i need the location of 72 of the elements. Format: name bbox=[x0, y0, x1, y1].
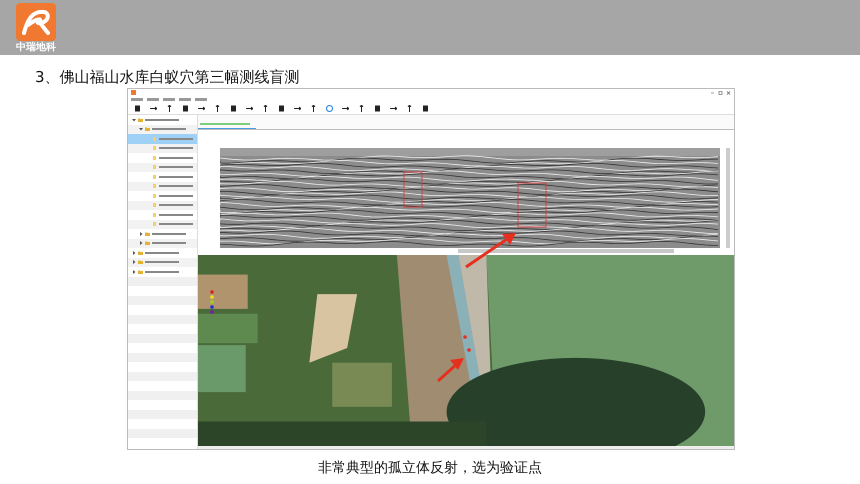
illegible-label bbox=[159, 156, 193, 159]
tree-item[interactable] bbox=[128, 258, 197, 267]
toolbar-icon[interactable] bbox=[294, 104, 301, 112]
window-controls-icon[interactable] bbox=[711, 90, 731, 94]
empty-tree-row bbox=[128, 390, 197, 400]
illegible-label bbox=[159, 204, 193, 206]
caret-icon[interactable] bbox=[132, 118, 136, 122]
empty-tree-row bbox=[128, 410, 197, 419]
toolbar-icon[interactable] bbox=[246, 104, 253, 112]
toolbar-icon[interactable] bbox=[166, 104, 173, 112]
illegible-label bbox=[152, 232, 186, 235]
toolbar-icon[interactable] bbox=[374, 104, 381, 112]
caret-icon[interactable] bbox=[139, 232, 143, 236]
tree-item[interactable] bbox=[128, 238, 197, 248]
illegible-label bbox=[159, 176, 193, 178]
illegible-label bbox=[145, 118, 179, 121]
anomaly-box bbox=[404, 172, 422, 208]
toolbar-icon[interactable] bbox=[310, 104, 317, 112]
tree-item[interactable] bbox=[128, 162, 197, 172]
logo-text: 中瑞地科 bbox=[16, 42, 56, 52]
toolbar-icon[interactable] bbox=[358, 104, 365, 112]
illegible-label bbox=[159, 147, 193, 150]
illegible-label bbox=[159, 214, 193, 216]
anomaly-box bbox=[518, 182, 546, 228]
toolbar-icon[interactable] bbox=[230, 104, 237, 112]
caret-icon[interactable] bbox=[132, 250, 136, 255]
tree-item[interactable] bbox=[128, 124, 197, 134]
app-icon bbox=[131, 90, 136, 95]
illegible-label bbox=[159, 138, 193, 140]
illegible-label bbox=[145, 261, 179, 264]
illegible-label bbox=[159, 185, 193, 188]
empty-tree-row bbox=[128, 276, 197, 286]
toolbar-icon[interactable] bbox=[262, 104, 269, 112]
survey-point-marker bbox=[467, 348, 471, 352]
illegible-label bbox=[159, 223, 193, 226]
slide-title: 3、佛山福山水库白蚁穴第三幅测线盲测 bbox=[35, 67, 301, 87]
toolbar-icon[interactable] bbox=[342, 104, 349, 112]
toolbar-icon[interactable] bbox=[134, 104, 141, 112]
pointer-arrow bbox=[465, 233, 516, 268]
illegible-label bbox=[159, 166, 193, 168]
slide-caption: 非常典型的孤立体反射，选为验证点 bbox=[317, 459, 543, 477]
toolbar-icon[interactable] bbox=[150, 104, 157, 112]
pointer-arrow bbox=[437, 358, 464, 382]
illegible-label bbox=[152, 242, 186, 244]
illegible-label bbox=[145, 270, 179, 273]
empty-tree-row bbox=[128, 372, 197, 381]
tree-item[interactable] bbox=[128, 220, 197, 229]
toolbar-icon[interactable] bbox=[406, 104, 413, 112]
toolbar-icon[interactable] bbox=[278, 104, 285, 112]
caret-icon[interactable] bbox=[132, 260, 136, 264]
illegible-label bbox=[159, 194, 193, 197]
toolbar-icon[interactable] bbox=[214, 104, 221, 112]
tree-item[interactable] bbox=[128, 182, 197, 191]
scrollbar[interactable] bbox=[726, 148, 730, 248]
survey-point-marker bbox=[463, 335, 467, 339]
empty-tree-row bbox=[128, 296, 197, 305]
logo-icon bbox=[16, 2, 56, 40]
toolbar-icon[interactable] bbox=[422, 104, 429, 112]
illegible-label bbox=[152, 128, 186, 130]
caret-icon[interactable] bbox=[132, 270, 136, 274]
empty-tree-row bbox=[128, 352, 197, 362]
toolbar-icon[interactable] bbox=[390, 104, 397, 112]
empty-tree-row bbox=[128, 334, 197, 343]
toolbar-icon[interactable] bbox=[198, 104, 205, 112]
toolbar-icon[interactable] bbox=[182, 104, 189, 112]
caret-icon[interactable] bbox=[139, 241, 143, 246]
scrollbar[interactable] bbox=[458, 249, 674, 253]
empty-tree-row bbox=[128, 428, 197, 438]
illegible-label bbox=[145, 252, 179, 254]
tree-item[interactable] bbox=[128, 200, 197, 210]
empty-tree-row bbox=[128, 314, 197, 324]
caret-icon[interactable] bbox=[139, 127, 143, 132]
